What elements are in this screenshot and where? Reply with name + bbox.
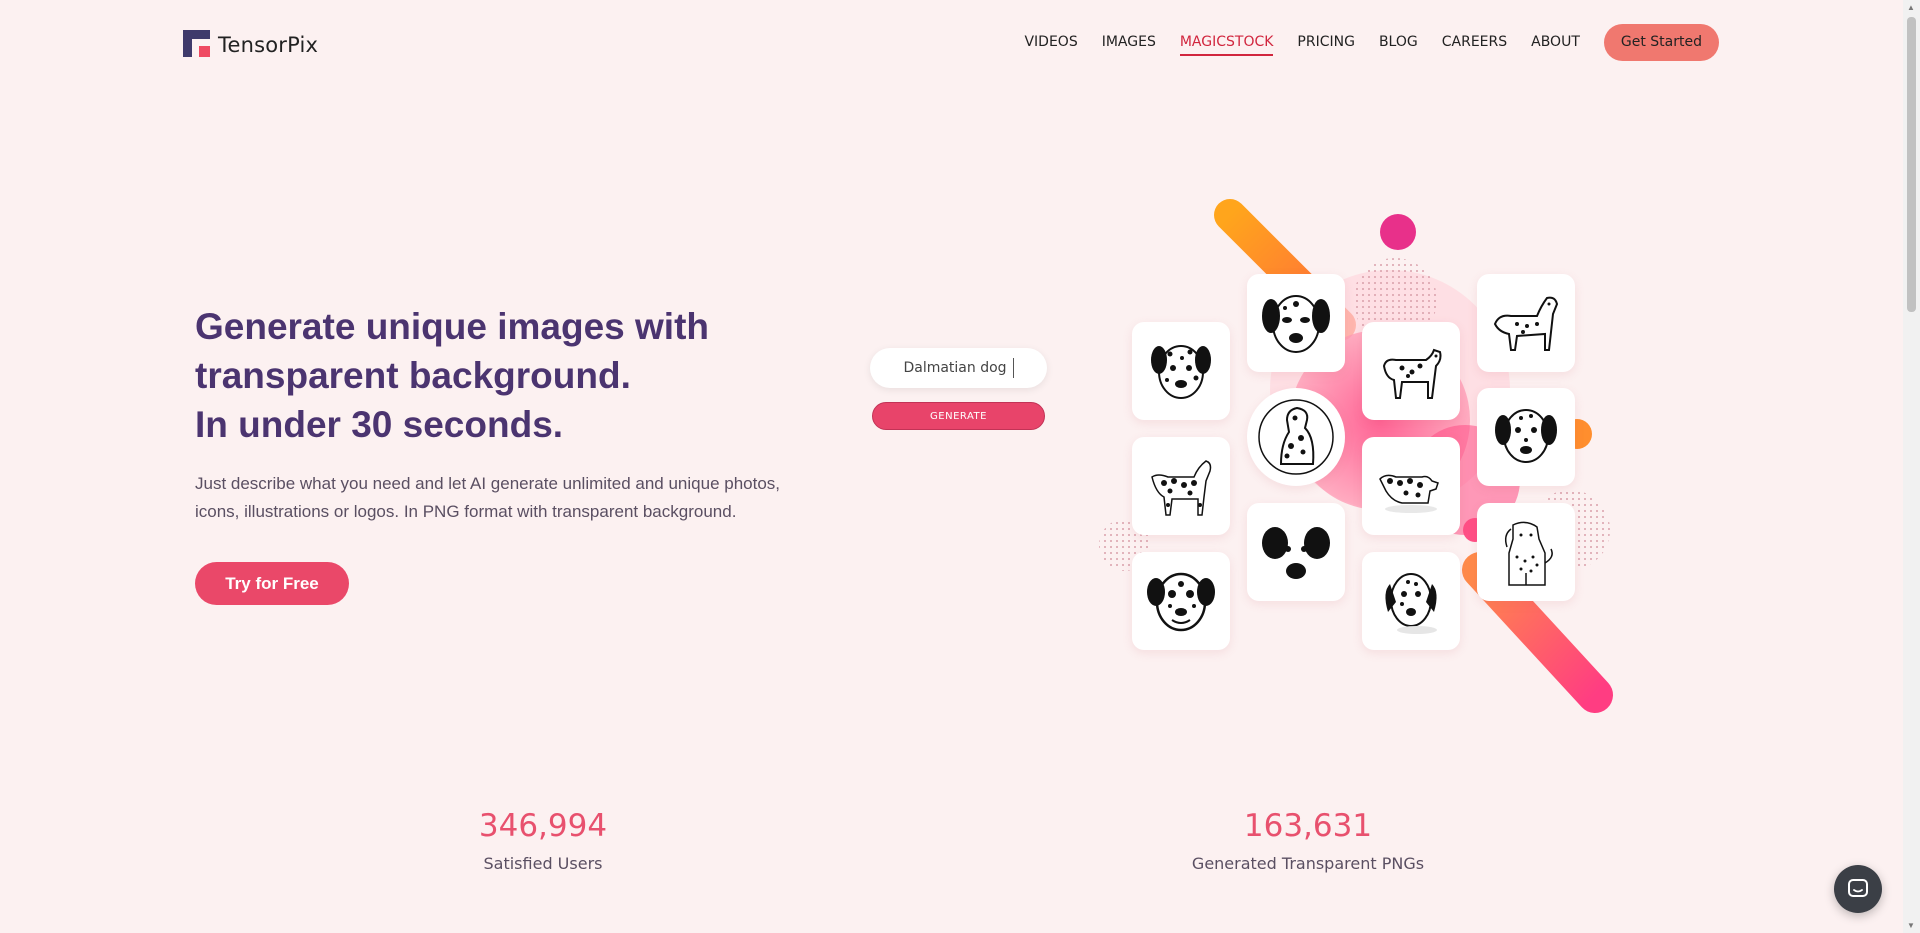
stat-label: Satisfied Users [483,854,603,873]
scroll-up-arrow-icon[interactable]: ▲ [1907,3,1915,12]
dalmatian-face-icon [1495,409,1557,463]
gallery-tile [1362,322,1460,420]
gallery-tile [1247,388,1345,486]
dalmatian-outline-icon [1504,521,1553,586]
dalmatian-face-icon [1385,573,1437,634]
hero-description-line: icons, illustrations or logos. In PNG fo… [195,502,737,521]
gallery-tile [1362,552,1460,650]
hero-title-line: transparent background. [195,355,631,396]
gallery-tile [1362,437,1460,535]
scroll-down-arrow-icon[interactable]: ▼ [1907,921,1915,930]
brand-logo[interactable]: TensorPix [183,28,318,58]
gallery-tile [1132,322,1230,420]
brand-logo-icon [183,29,210,57]
prompt-value: Dalmatian dog [903,360,1007,376]
scrollbar-thumb[interactable] [1907,17,1916,312]
dalmatian-outline-icon [1493,296,1559,351]
hero-title-line: In under 30 seconds. [195,404,564,445]
hero-description-line: Just describe what you need and let AI g… [195,474,781,493]
dalmatian-standing-icon [1382,348,1442,399]
generate-button[interactable]: GENERATE [872,402,1045,430]
hero-title-line: Generate unique images with [195,306,710,347]
hero-description: Just describe what you need and let AI g… [195,470,815,526]
stat-value: 163,631 [1243,808,1373,844]
stat-value: 346,994 [478,808,608,844]
nav-item-magicstock[interactable]: MAGICSTOCK [1179,30,1273,56]
dalmatian-gallery-illustration [1090,190,1650,720]
gallery-tile [1477,503,1575,601]
brand-name: TensorPix [218,33,319,57]
gallery-tile [1247,274,1345,372]
page-scrollbar[interactable]: ▲ ▼ [1903,0,1920,933]
chat-launcher-button[interactable] [1834,865,1882,913]
nav-item-about[interactable]: ABOUT [1531,30,1580,54]
nav-item-videos[interactable]: VIDEOS [1024,30,1077,54]
dalmatian-standing-icon [1379,474,1439,513]
site-header: TensorPix VIDEOS IMAGES MAGICSTOCK PRICI… [0,0,1903,84]
nav-item-careers[interactable]: CAREERS [1442,30,1507,54]
nav-item-blog[interactable]: BLOG [1379,30,1418,54]
gallery-tile [1477,388,1575,486]
stat-label: Generated Transparent PNGs [1191,854,1425,873]
chat-bubble-icon [1848,879,1868,897]
stat-generated-pngs: 163,631 Generated Transparent PNGs [1158,808,1458,873]
gallery-tile [1132,437,1230,535]
try-for-free-button[interactable]: Try for Free [195,562,349,605]
nav-item-images[interactable]: IMAGES [1102,30,1156,54]
dalmatian-face-icon [1147,572,1215,632]
get-started-button[interactable]: Get Started [1603,23,1719,61]
dalmatian-face-icon [1151,345,1211,399]
nav-item-pricing[interactable]: PRICING [1297,30,1355,54]
dalmatian-face-icon [1262,527,1330,579]
dalmatian-face-icon [1262,295,1330,353]
prompt-input[interactable]: Dalmatian dog [870,348,1047,388]
gallery-tile [1132,552,1230,650]
text-caret [1012,358,1014,378]
hero-title: Generate unique images with transparent … [195,302,815,449]
stat-satisfied-users: 346,994 Satisfied Users [393,808,693,873]
dalmatian-standing-icon [1151,460,1212,516]
gallery-tile [1247,503,1345,601]
main-nav: VIDEOS IMAGES MAGICSTOCK PRICING BLOG CA… [1000,23,1719,61]
gallery-tile [1477,274,1575,372]
dalmatian-sitting-icon [1258,399,1334,475]
